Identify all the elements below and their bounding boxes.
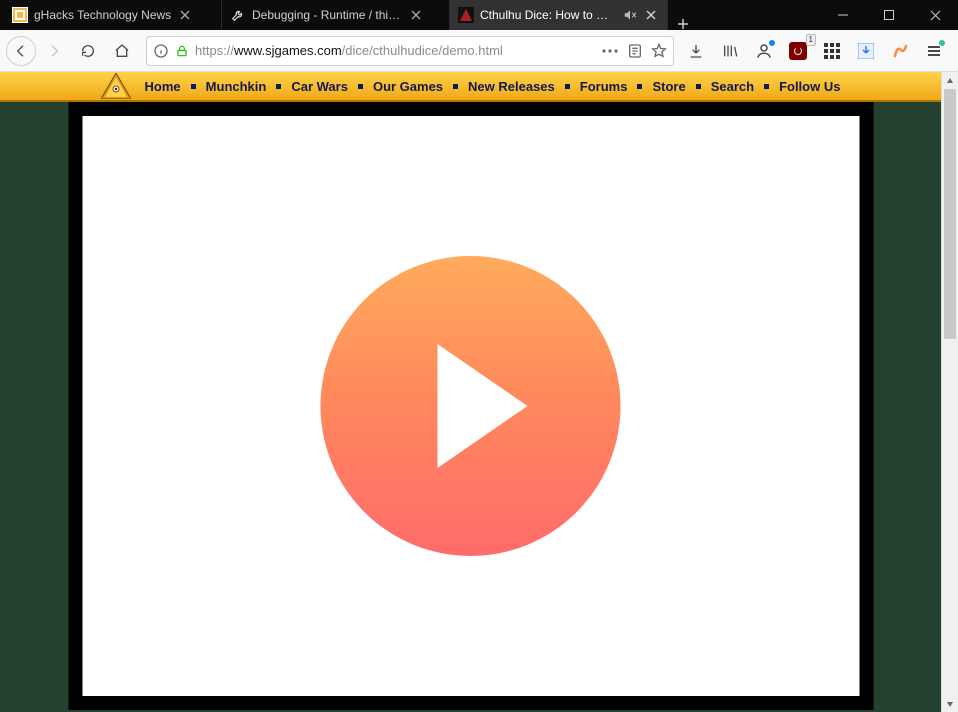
scroll-up-button[interactable] bbox=[942, 72, 958, 89]
video-frame bbox=[68, 102, 873, 710]
library-icon[interactable] bbox=[716, 37, 744, 65]
tab-title: Cthulhu Dice: How to Play bbox=[480, 8, 616, 22]
back-button[interactable] bbox=[6, 36, 36, 66]
window-maximize-button[interactable] bbox=[866, 0, 912, 30]
video-player[interactable] bbox=[82, 116, 859, 696]
site-logo-icon[interactable] bbox=[101, 73, 131, 99]
browser-viewport: Home Munchkin Car Wars Our Games New Rel… bbox=[0, 72, 958, 712]
tab-title: Debugging - Runtime / this-fir bbox=[252, 8, 402, 22]
extension-icon-2[interactable] bbox=[886, 37, 914, 65]
reader-mode-icon[interactable] bbox=[627, 43, 643, 59]
tab-title: gHacks Technology News bbox=[34, 8, 171, 22]
nav-link-store[interactable]: Store bbox=[652, 79, 685, 94]
favicon-ghacks bbox=[12, 7, 28, 23]
site-identity[interactable] bbox=[153, 43, 189, 59]
nav-link-new-releases[interactable]: New Releases bbox=[468, 79, 555, 94]
window-controls bbox=[820, 0, 958, 30]
nav-link-home[interactable]: Home bbox=[145, 79, 181, 94]
page-actions-icon[interactable] bbox=[601, 48, 619, 54]
wrench-icon bbox=[230, 7, 246, 23]
play-button[interactable] bbox=[321, 256, 621, 556]
url-scheme: https:// bbox=[195, 43, 234, 58]
nav-link-search[interactable]: Search bbox=[711, 79, 754, 94]
window-titlebar: gHacks Technology News Debugging - Runti… bbox=[0, 0, 958, 30]
url-actions bbox=[601, 43, 667, 59]
nav-link-forums[interactable]: Forums bbox=[580, 79, 628, 94]
address-bar[interactable]: https://www.sjgames.com/dice/cthulhudice… bbox=[146, 36, 674, 66]
ublock-badge: 1 bbox=[806, 34, 816, 46]
tab-close-icon[interactable] bbox=[177, 7, 193, 23]
browser-toolbar: https://www.sjgames.com/dice/cthulhudice… bbox=[0, 30, 958, 72]
home-button[interactable] bbox=[106, 35, 138, 67]
tab-close-icon[interactable] bbox=[408, 7, 424, 23]
titlebar-drag-area[interactable] bbox=[698, 0, 820, 30]
vertical-scrollbar[interactable] bbox=[941, 72, 958, 712]
menu-icon[interactable] bbox=[920, 37, 948, 65]
nav-link-munchkin[interactable]: Munchkin bbox=[206, 79, 267, 94]
mute-icon[interactable] bbox=[622, 7, 638, 23]
toolbar-extensions: 1 bbox=[682, 37, 952, 65]
tab-strip: gHacks Technology News Debugging - Runti… bbox=[0, 0, 698, 30]
nav-link-follow-us[interactable]: Follow Us bbox=[779, 79, 840, 94]
nav-link-car-wars[interactable]: Car Wars bbox=[291, 79, 348, 94]
forward-button bbox=[38, 35, 70, 67]
window-close-button[interactable] bbox=[912, 0, 958, 30]
tab-close-icon[interactable] bbox=[643, 7, 659, 23]
page-content[interactable]: Home Munchkin Car Wars Our Games New Rel… bbox=[0, 72, 941, 712]
bookmark-star-icon[interactable] bbox=[651, 43, 667, 59]
url-path: /dice/cthulhudice/demo.html bbox=[342, 43, 503, 58]
lock-icon bbox=[175, 44, 189, 58]
tab-ghacks[interactable]: gHacks Technology News bbox=[4, 0, 222, 30]
apps-grid-icon[interactable] bbox=[818, 37, 846, 65]
update-dot bbox=[938, 39, 946, 47]
scroll-down-button[interactable] bbox=[942, 695, 958, 712]
reload-button[interactable] bbox=[72, 35, 104, 67]
downloads-icon[interactable] bbox=[682, 37, 710, 65]
favicon-sjgames bbox=[458, 7, 474, 23]
new-tab-button[interactable] bbox=[668, 18, 698, 30]
notification-dot bbox=[768, 39, 776, 47]
scroll-thumb[interactable] bbox=[944, 89, 956, 339]
extension-icon-1[interactable] bbox=[852, 37, 880, 65]
tab-debugging[interactable]: Debugging - Runtime / this-fir bbox=[222, 0, 450, 30]
window-minimize-button[interactable] bbox=[820, 0, 866, 30]
ublock-icon[interactable]: 1 bbox=[784, 37, 812, 65]
url-text[interactable]: https://www.sjgames.com/dice/cthulhudice… bbox=[195, 43, 595, 58]
url-host: www.sjgames.com bbox=[234, 43, 342, 58]
tab-cthulhu-dice[interactable]: Cthulhu Dice: How to Play bbox=[450, 0, 668, 30]
content-column bbox=[68, 102, 873, 710]
nav-link-our-games[interactable]: Our Games bbox=[373, 79, 443, 94]
play-icon bbox=[438, 344, 528, 468]
info-icon bbox=[153, 43, 169, 59]
account-icon[interactable] bbox=[750, 37, 778, 65]
site-top-nav: Home Munchkin Car Wars Our Games New Rel… bbox=[0, 72, 941, 102]
